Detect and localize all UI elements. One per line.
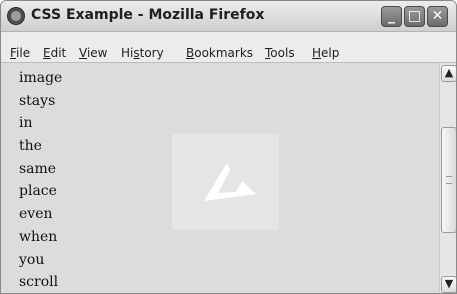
list-item: scroll	[19, 274, 59, 291]
logo-icon	[204, 163, 256, 201]
menu-help[interactable]: Help	[312, 46, 339, 60]
browser-window: CSS Example - Mozilla Firefox _ □ ✕ File…	[0, 0, 457, 294]
grip-icon	[446, 176, 452, 184]
menu-tools[interactable]: Tools	[265, 46, 295, 60]
word-list: image stays in the same place even when …	[19, 67, 63, 293]
menu-history[interactable]: History	[121, 46, 164, 60]
list-item: you	[19, 251, 45, 268]
menu-edit[interactable]: Edit	[43, 46, 66, 60]
menu-file[interactable]: File	[10, 46, 30, 60]
list-item: the	[19, 138, 42, 155]
minimize-button[interactable]: _	[381, 6, 402, 27]
fixed-background-image	[172, 134, 279, 230]
list-item: place	[19, 183, 57, 200]
scrollbar-thumb[interactable]	[441, 127, 456, 233]
menu-bar: File Edit View History Bookmarks Tools H…	[1, 32, 456, 88]
title-bar[interactable]: CSS Example - Mozilla Firefox _ □ ✕	[1, 1, 456, 32]
scroll-up-arrow-icon[interactable]: ▲	[441, 65, 456, 82]
list-item: image	[19, 70, 63, 86]
close-button[interactable]: ✕	[427, 6, 448, 27]
list-item: when	[19, 228, 58, 245]
list-item: stays	[19, 92, 56, 109]
vertical-scrollbar[interactable]: ▲ ▼	[439, 63, 456, 293]
window-title: CSS Example - Mozilla Firefox	[31, 7, 265, 23]
firefox-icon	[7, 7, 25, 25]
maximize-button[interactable]: □	[404, 6, 425, 27]
page-content: image stays in the same place even when …	[1, 63, 439, 293]
menu-bookmarks[interactable]: Bookmarks	[186, 46, 253, 60]
list-item: even	[19, 206, 53, 223]
scroll-down-arrow-icon[interactable]: ▼	[441, 276, 456, 293]
list-item: same	[19, 160, 57, 177]
menu-view[interactable]: View	[79, 46, 107, 60]
list-item: in	[19, 115, 33, 132]
